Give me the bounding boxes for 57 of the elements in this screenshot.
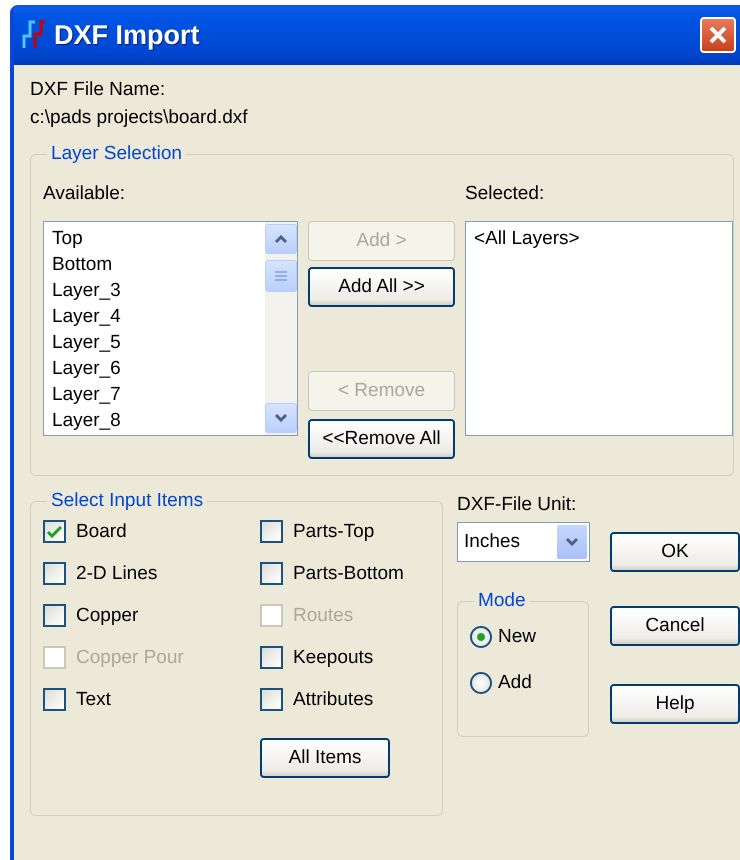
dialog-button[interactable]: Cancel <box>610 606 740 646</box>
scroll-bar[interactable] <box>265 222 297 435</box>
list-item[interactable]: Layer_7 <box>52 382 257 408</box>
checkbox[interactable] <box>43 604 66 627</box>
checkbox[interactable] <box>260 688 283 711</box>
dialog-button[interactable]: OK <box>610 532 740 572</box>
checkbox-label: Parts-Bottom <box>293 562 404 584</box>
file-path: c:\pads projects\board.dxf <box>30 107 249 129</box>
checkbox[interactable] <box>260 520 283 543</box>
list-item[interactable]: Layer_8 <box>52 408 257 434</box>
checkbox-label: Copper Pour <box>76 646 184 668</box>
selected-label: Selected: <box>465 183 546 205</box>
checkbox-label: Text <box>76 688 111 710</box>
list-item[interactable]: Bottom <box>52 252 257 278</box>
all-items-button[interactable]: All Items <box>260 738 390 778</box>
scroll-down-button[interactable] <box>265 403 297 433</box>
checkbox-label: Copper <box>76 604 138 626</box>
checkbox-label: Board <box>76 520 127 542</box>
transfer-button[interactable]: <<Remove All <box>308 419 455 459</box>
checkbox-label: Attributes <box>293 688 374 710</box>
list-item[interactable]: Layer_4 <box>52 304 257 330</box>
list-item[interactable]: Layer_3 <box>52 278 257 304</box>
available-label: Available: <box>43 183 126 205</box>
checkbox[interactable] <box>260 646 283 669</box>
transfer-button[interactable]: Add All >> <box>308 267 455 307</box>
check-icon <box>47 526 62 538</box>
checkbox-label: Keepouts <box>293 646 374 668</box>
group-title: Mode <box>477 590 527 612</box>
available-list[interactable]: Top Bottom Layer_3 Layer_4 Layer_5 Layer_6 Layer_7 Layer_8 <box>43 221 298 436</box>
radio-button[interactable] <box>470 672 492 694</box>
list-item[interactable]: Layer_6 <box>52 356 257 382</box>
close-button[interactable] <box>700 17 736 53</box>
list-item[interactable]: <All Layers> <box>474 226 724 252</box>
file-name-label: DXF File Name: <box>30 79 166 101</box>
app-icon <box>22 20 46 50</box>
checkbox-label: Routes <box>293 604 354 626</box>
unit-dropdown[interactable]: Inches <box>457 522 590 562</box>
checkbox[interactable] <box>260 562 283 585</box>
group-title: Select Input Items <box>50 490 204 512</box>
radio-button[interactable] <box>470 626 492 648</box>
dialog-button[interactable]: Help <box>610 684 740 724</box>
checkbox-label: Parts-Top <box>293 520 374 542</box>
window-title: DXF Import <box>54 20 200 50</box>
group-title: Layer Selection <box>50 143 183 165</box>
list-item[interactable]: Top <box>52 226 257 252</box>
scroll-thumb[interactable] <box>265 260 297 292</box>
scroll-up-button[interactable] <box>265 224 297 254</box>
checkbox[interactable] <box>43 562 66 585</box>
checkbox[interactable] <box>43 520 66 543</box>
close-icon <box>708 25 728 45</box>
list-item[interactable]: Layer_5 <box>52 330 257 356</box>
selected-list[interactable]: <All Layers> <box>465 221 733 436</box>
unit-label: DXF-File Unit: <box>457 494 578 516</box>
checkbox-label: 2-D Lines <box>76 562 158 584</box>
radio-label: Add <box>498 672 532 694</box>
checkbox[interactable] <box>43 688 66 711</box>
radio-label: New <box>498 626 536 648</box>
